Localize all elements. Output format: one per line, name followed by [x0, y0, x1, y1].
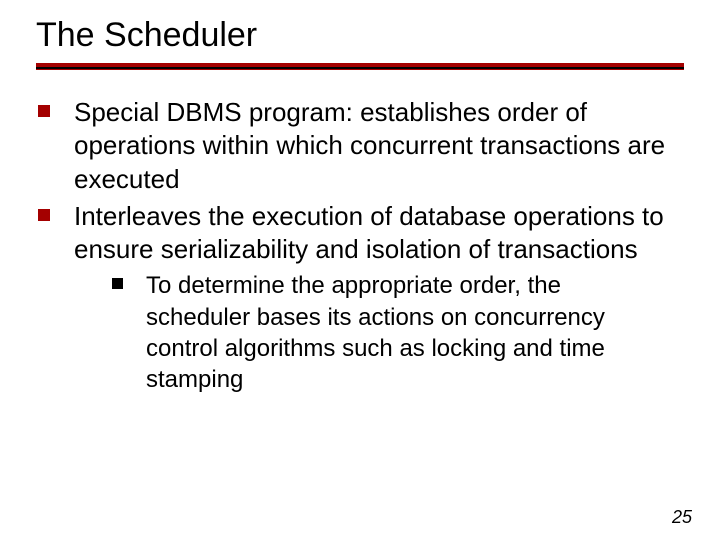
- bullet-item: Interleaves the execution of database op…: [36, 200, 676, 395]
- bullet-text: Special DBMS program: establishes order …: [74, 97, 665, 194]
- bullet-list: Special DBMS program: establishes order …: [36, 96, 684, 395]
- bullet-item: Special DBMS program: establishes order …: [36, 96, 676, 196]
- sub-bullet-text: To determine the appropriate order, the …: [146, 272, 605, 393]
- title-underline: [36, 63, 684, 70]
- slide: The Scheduler Special DBMS program: esta…: [0, 0, 720, 540]
- bullet-text: Interleaves the execution of database op…: [74, 201, 664, 264]
- slide-title: The Scheduler: [36, 16, 684, 55]
- sub-bullet-list: To determine the appropriate order, the …: [74, 270, 676, 395]
- sub-bullet-item: To determine the appropriate order, the …: [104, 270, 658, 395]
- page-number: 25: [672, 507, 692, 528]
